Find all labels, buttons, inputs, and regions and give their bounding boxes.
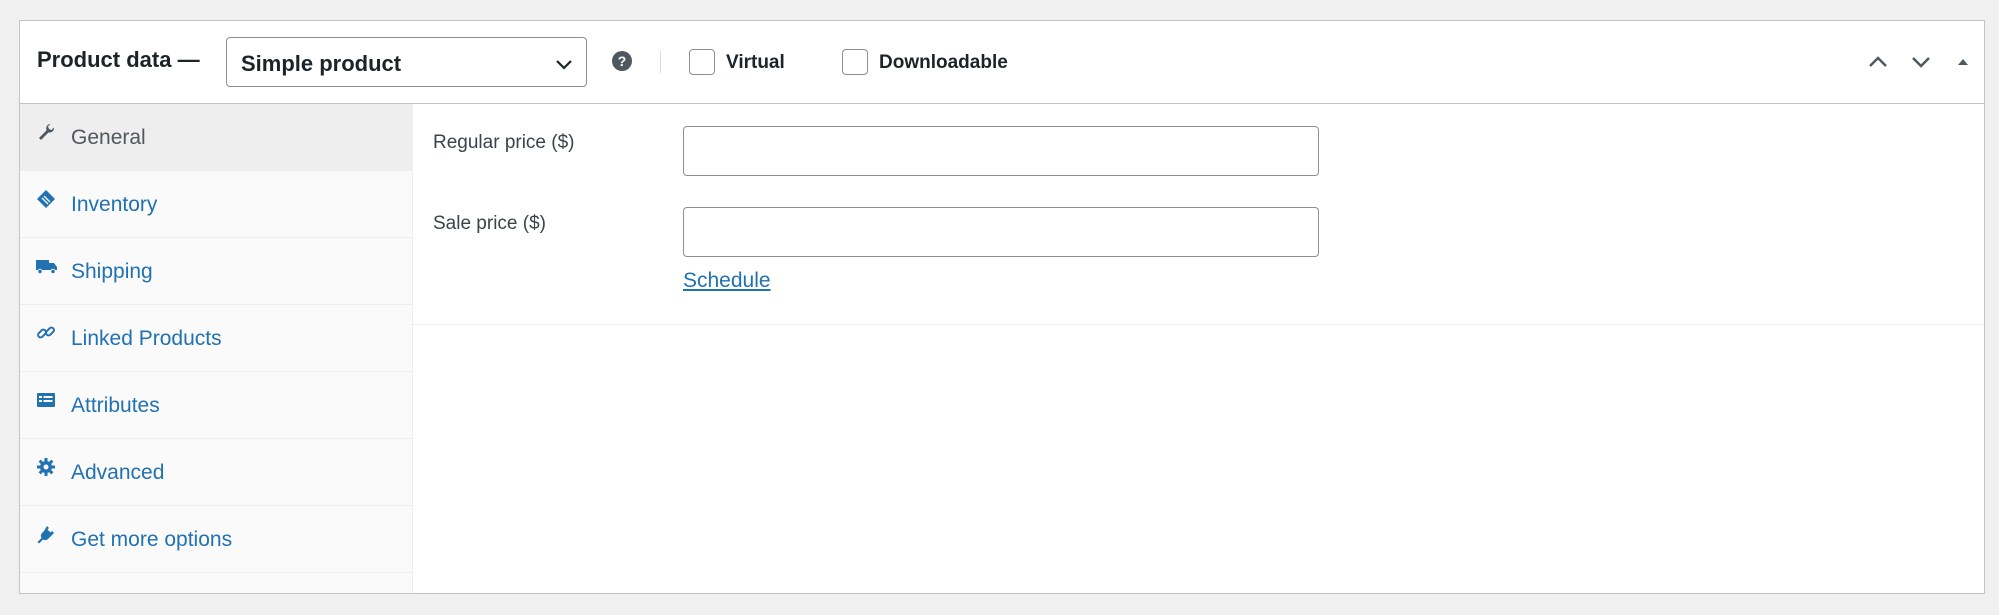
tab-attributes[interactable]: Attributes [20, 372, 412, 439]
tag-icon [36, 189, 56, 209]
pricing-fields: Regular price ($) Sale price ($) Schedul… [413, 104, 1984, 325]
product-type-select[interactable]: Simple product [226, 37, 587, 87]
list-icon [36, 390, 56, 410]
tab-get-more-options[interactable]: Get more options [20, 506, 412, 573]
plug-icon [36, 524, 56, 544]
tab-general[interactable]: General [20, 104, 412, 171]
tab-linked-products[interactable]: Linked Products [20, 305, 412, 372]
collapse-toggle-button[interactable] [1946, 45, 1980, 79]
tab-label: Linked Products [71, 327, 222, 350]
downloadable-label[interactable]: Downloadable [879, 52, 1008, 74]
triangle-up-icon [1958, 59, 1968, 65]
move-up-button[interactable] [1861, 45, 1895, 79]
product-data-tabs: General Inventory Shipping Linked Produc… [20, 104, 413, 593]
panel-title: Product data — [37, 47, 200, 72]
truck-icon [36, 256, 57, 276]
gear-icon [36, 457, 56, 477]
chevron-down-icon [1912, 57, 1930, 68]
virtual-checkbox[interactable] [689, 49, 715, 75]
tab-shipping[interactable]: Shipping [20, 238, 412, 305]
downloadable-checkbox[interactable] [842, 49, 868, 75]
product-data-panel: Product data — Simple product ? Virtual … [19, 20, 1985, 594]
tab-label: Attributes [71, 394, 160, 417]
chevron-up-icon [1869, 56, 1887, 67]
sale-price-input[interactable] [683, 207, 1319, 257]
help-icon[interactable]: ? [612, 51, 632, 71]
regular-price-input[interactable] [683, 126, 1319, 176]
link-icon [36, 323, 56, 343]
virtual-label[interactable]: Virtual [726, 52, 785, 74]
regular-price-label: Regular price ($) [433, 132, 575, 153]
header-divider [660, 51, 661, 73]
tab-advanced[interactable]: Advanced [20, 439, 412, 506]
tab-label: Get more options [71, 528, 233, 551]
tab-label: General [71, 126, 146, 149]
general-panel: Regular price ($) Sale price ($) Schedul… [413, 104, 1984, 593]
wrench-icon [36, 122, 56, 142]
tab-label: Shipping [71, 260, 153, 283]
chevron-down-icon [554, 54, 574, 79]
panel-header: Product data — Simple product ? Virtual … [20, 21, 1984, 104]
schedule-link[interactable]: Schedule [683, 269, 771, 293]
tab-label: Inventory [71, 193, 158, 216]
move-down-button[interactable] [1904, 45, 1938, 79]
tab-inventory[interactable]: Inventory [20, 171, 412, 238]
product-type-value: Simple product [241, 51, 402, 76]
tab-label: Advanced [71, 461, 165, 484]
sale-price-label: Sale price ($) [433, 213, 546, 234]
